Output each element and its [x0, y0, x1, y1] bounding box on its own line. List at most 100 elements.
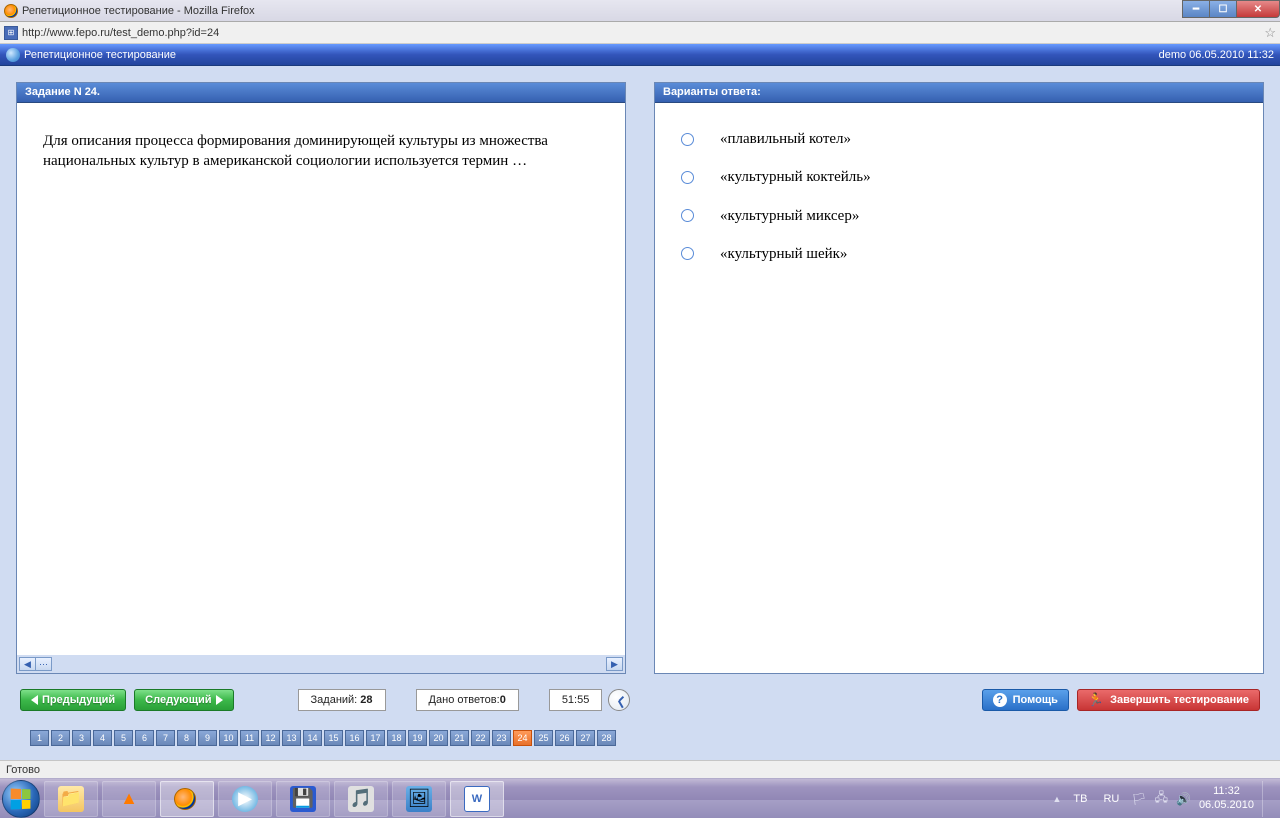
tray-date: 06.05.2010: [1199, 799, 1254, 812]
tray-network-icon[interactable]: 🖧: [1155, 788, 1168, 809]
answer-option[interactable]: «культурный шейк»: [681, 244, 1237, 264]
prev-label: Предыдущий: [42, 694, 115, 706]
question-scroll-right-button[interactable]: ▶: [606, 657, 623, 671]
question-nav-dots-button[interactable]: ⋯: [35, 657, 52, 671]
help-label: Помощь: [1013, 694, 1058, 706]
next-label: Следующий: [145, 694, 211, 706]
pager-cell-5[interactable]: 5: [114, 730, 133, 746]
pager-cell-23[interactable]: 23: [492, 730, 511, 746]
window-title: Репетиционное тестирование - Mozilla Fir…: [22, 5, 255, 17]
answer-option[interactable]: «культурный миксер»: [681, 206, 1237, 226]
app-header-meta: demo 06.05.2010 11:32: [1159, 49, 1274, 61]
answers-panel-header: Варианты ответа:: [655, 83, 1263, 103]
pager-cell-12[interactable]: 12: [261, 730, 280, 746]
pager-cell-10[interactable]: 10: [219, 730, 238, 746]
address-bar[interactable]: ⊞ http://www.fepo.ru/test_demo.php?id=24…: [0, 22, 1280, 44]
content-area: Задание N 24. Для описания процесса форм…: [0, 66, 1280, 760]
arrow-left-icon: [31, 695, 38, 705]
pager-cell-8[interactable]: 8: [177, 730, 196, 746]
timer-value: 51:55: [562, 694, 590, 706]
pager: 1234567891011121314151617181920212223242…: [16, 726, 1264, 752]
taskbar-pictures[interactable]: 🖼: [392, 781, 446, 817]
status-text: Готово: [6, 764, 40, 776]
globe-icon: [6, 48, 20, 62]
tray-show-hidden-icon[interactable]: ▲: [1052, 794, 1061, 804]
running-man-icon: 🏃: [1088, 692, 1104, 708]
tasks-count: 28: [360, 694, 372, 706]
pager-cell-25[interactable]: 25: [534, 730, 553, 746]
radio-icon[interactable]: [681, 133, 694, 146]
window-close-button[interactable]: ✕: [1236, 0, 1280, 18]
radio-icon[interactable]: [681, 247, 694, 260]
pager-cell-18[interactable]: 18: [387, 730, 406, 746]
taskbar-vlc[interactable]: ▲: [102, 781, 156, 817]
next-button[interactable]: Следующий: [134, 689, 233, 711]
answers-list: «плавильный котел» «культурный коктейль»…: [655, 103, 1263, 673]
pager-cell-6[interactable]: 6: [135, 730, 154, 746]
start-button[interactable]: [2, 780, 40, 818]
taskbar-save-icon[interactable]: 💾: [276, 781, 330, 817]
browser-status-bar: Готово: [0, 760, 1280, 778]
windows-taskbar: 📁 ▲ ▶ 💾 🎵 🖼 W ▲ ТВ RU 🏳 🖧 🔊 11:32 06.05.…: [0, 778, 1280, 818]
app-title: Репетиционное тестирование: [24, 49, 176, 61]
pager-cell-4[interactable]: 4: [93, 730, 112, 746]
pager-cell-21[interactable]: 21: [450, 730, 469, 746]
help-button[interactable]: ? Помощь: [982, 689, 1069, 711]
tray-time: 11:32: [1199, 785, 1254, 798]
pager-cell-9[interactable]: 9: [198, 730, 217, 746]
taskbar-explorer[interactable]: 📁: [44, 781, 98, 817]
pager-cell-1[interactable]: 1: [30, 730, 49, 746]
tray-tb[interactable]: ТВ: [1069, 791, 1091, 807]
answer-label: «культурный шейк»: [720, 244, 847, 264]
pager-cell-7[interactable]: 7: [156, 730, 175, 746]
answer-label: «плавильный котел»: [720, 129, 851, 149]
pager-cell-15[interactable]: 15: [324, 730, 343, 746]
tray-flag-icon[interactable]: 🏳: [1131, 792, 1146, 806]
answer-option[interactable]: «плавильный котел»: [681, 129, 1237, 149]
pager-cell-16[interactable]: 16: [345, 730, 364, 746]
pager-cell-26[interactable]: 26: [555, 730, 574, 746]
tasks-count-box: Заданий: 28: [298, 689, 386, 711]
pager-cell-22[interactable]: 22: [471, 730, 490, 746]
tray-language[interactable]: RU: [1099, 791, 1123, 807]
answer-option[interactable]: «культурный коктейль»: [681, 167, 1237, 187]
pager-cell-14[interactable]: 14: [303, 730, 322, 746]
pager-cell-11[interactable]: 11: [240, 730, 259, 746]
pager-cell-17[interactable]: 17: [366, 730, 385, 746]
tray-clock[interactable]: 11:32 06.05.2010: [1199, 785, 1254, 811]
radio-icon[interactable]: [681, 209, 694, 222]
bookmark-star-icon[interactable]: ☆: [1264, 25, 1276, 41]
system-tray: ▲ ТВ RU 🏳 🖧 🔊 11:32 06.05.2010: [1052, 781, 1278, 817]
toolbar: Предыдущий Следующий Заданий: 28 Дано от…: [16, 684, 1264, 716]
prev-button[interactable]: Предыдущий: [20, 689, 126, 711]
taskbar-music[interactable]: 🎵: [334, 781, 388, 817]
tasks-label: Заданий:: [311, 694, 358, 706]
pager-cell-27[interactable]: 27: [576, 730, 595, 746]
window-maximize-button[interactable]: ☐: [1209, 0, 1237, 18]
help-icon: ?: [993, 693, 1007, 707]
arrow-right-icon: [216, 695, 223, 705]
question-text: Для описания процесса формирования домин…: [17, 103, 625, 655]
pager-cell-13[interactable]: 13: [282, 730, 301, 746]
taskbar-firefox[interactable]: [160, 781, 214, 817]
finish-button[interactable]: 🏃 Завершить тестирование: [1077, 689, 1260, 711]
show-desktop-button[interactable]: [1262, 781, 1272, 817]
answered-label: Дано ответов:: [429, 694, 500, 706]
tray-volume-icon[interactable]: 🔊: [1176, 792, 1191, 806]
pager-cell-20[interactable]: 20: [429, 730, 448, 746]
pager-cell-3[interactable]: 3: [72, 730, 91, 746]
pager-cell-28[interactable]: 28: [597, 730, 616, 746]
taskbar-media-player[interactable]: ▶: [218, 781, 272, 817]
window-minimize-button[interactable]: ━: [1182, 0, 1210, 18]
pager-cell-2[interactable]: 2: [51, 730, 70, 746]
answers-panel: Варианты ответа: «плавильный котел» «кул…: [654, 82, 1264, 674]
radio-icon[interactable]: [681, 171, 694, 184]
question-panel: Задание N 24. Для описания процесса форм…: [16, 82, 626, 674]
pager-cell-19[interactable]: 19: [408, 730, 427, 746]
windows-logo-icon: [11, 788, 31, 809]
answer-label: «культурный миксер»: [720, 206, 859, 226]
answered-count-box: Дано ответов: 0: [416, 689, 519, 711]
taskbar-word[interactable]: W: [450, 781, 504, 817]
pager-cell-24[interactable]: 24: [513, 730, 532, 746]
question-scroll-left-button[interactable]: ◀: [19, 657, 36, 671]
